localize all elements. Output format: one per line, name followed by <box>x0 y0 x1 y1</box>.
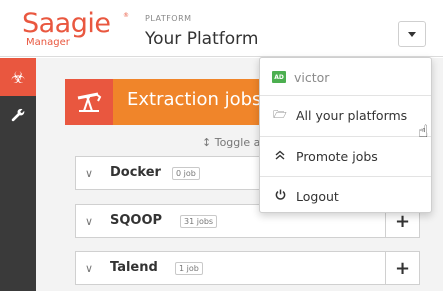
caret-down-icon <box>408 31 416 37</box>
avatar: AD <box>272 71 286 83</box>
platform-label: PLATFORM <box>145 14 192 23</box>
menu-item-label: Logout <box>296 188 339 204</box>
power-icon <box>272 189 288 203</box>
platform-name: Your Platform <box>145 29 259 49</box>
dropdown-divider <box>260 176 431 177</box>
add-job-button[interactable]: + <box>385 252 419 284</box>
sidebar-item-settings[interactable] <box>0 96 36 134</box>
biohazard-icon: ☣ <box>10 67 26 87</box>
group-name: SQOOP <box>110 213 163 228</box>
oil-pump-icon <box>77 92 102 112</box>
menu-item-label: All your platforms <box>296 107 408 123</box>
job-count-badge: 1 job <box>175 262 203 275</box>
menu-item-promote-jobs[interactable]: Promote jobs <box>260 143 431 169</box>
group-name: Docker <box>110 165 161 180</box>
menu-item-logout[interactable]: Logout <box>260 183 431 209</box>
banner-title: Extraction jobs <box>127 89 262 110</box>
toggle-all-link[interactable]: ↕ Toggle all <box>202 136 266 149</box>
chevron-down-icon: ∨ <box>85 215 94 228</box>
dropdown-user-row: AD victor <box>260 66 431 88</box>
platform-dropdown-button[interactable] <box>398 21 426 47</box>
chevron-down-icon: ∨ <box>85 262 94 275</box>
job-count-badge: 0 job <box>172 167 200 180</box>
menu-item-label: Promote jobs <box>296 148 378 164</box>
saagie-logo[interactable]: Saagie <box>22 8 111 39</box>
logo-registered-mark: ® <box>123 12 129 19</box>
hand-pointer-cursor-icon: ☝ <box>418 122 429 142</box>
dropdown-divider <box>260 136 431 137</box>
sidebar-item-jobs[interactable]: ☣ <box>0 58 36 96</box>
group-name: Talend <box>110 260 158 275</box>
top-header: Saagie ® Manager PLATFORM Your Platform <box>0 0 443 57</box>
folder-open-icon: 🗁 <box>273 107 287 121</box>
job-group-talend[interactable]: ∨ Talend 1 job + <box>75 251 420 285</box>
banner-icon-box <box>65 79 113 125</box>
job-count-badge: 31 jobs <box>180 215 218 228</box>
platform-dropdown-menu: AD victor 🗁 All your platforms Promote j… <box>259 57 432 213</box>
dropdown-divider <box>260 95 431 96</box>
logo-subtitle: Manager <box>26 37 70 48</box>
left-sidebar: ☣ <box>0 58 36 291</box>
chevron-down-icon: ∨ <box>85 167 94 180</box>
menu-item-all-platforms[interactable]: 🗁 All your platforms <box>260 102 431 128</box>
double-chevron-up-icon <box>272 150 288 163</box>
wrench-icon <box>11 108 25 122</box>
user-name: victor <box>294 69 330 85</box>
